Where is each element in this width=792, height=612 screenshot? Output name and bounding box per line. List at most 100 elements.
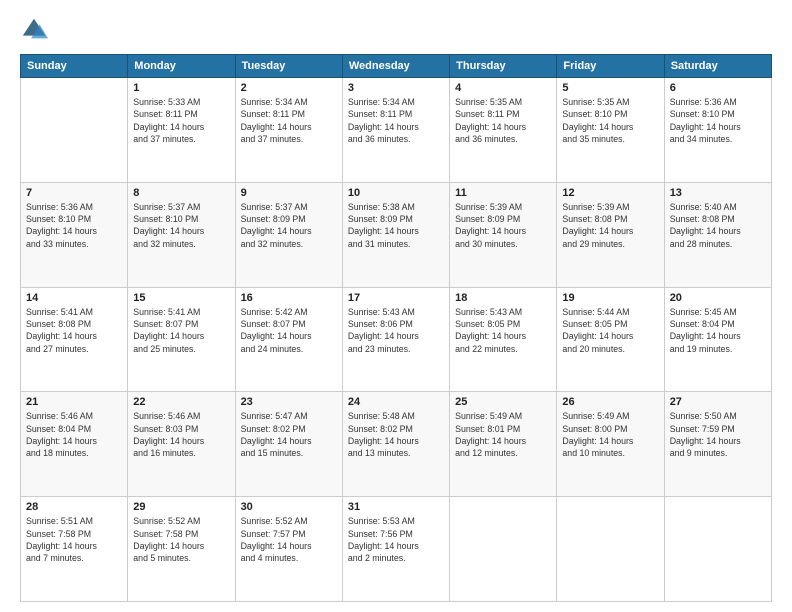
calendar-week-row: 1 Sunrise: 5:33 AM Sunset: 8:11 PM Daylig… (21, 78, 772, 183)
day-info: Sunrise: 5:53 AM Sunset: 7:56 PM Dayligh… (348, 515, 444, 564)
calendar-day-cell: 25 Sunrise: 5:49 AM Sunset: 8:01 PM Dayli… (450, 392, 557, 497)
calendar-day-cell: 5Sunrise: 5:35 AM Sunset: 8:10 PM Daylig… (557, 78, 664, 183)
day-number: 18 (455, 292, 551, 304)
calendar-day-cell: 8 Sunrise: 5:37 AM Sunset: 8:10 PM Daylig… (128, 182, 235, 287)
calendar-day-cell: 28Sunrise: 5:51 AM Sunset: 7:58 PM Dayli… (21, 497, 128, 602)
calendar-day-cell: 22 Sunrise: 5:46 AM Sunset: 8:03 PM Dayli… (128, 392, 235, 497)
calendar-day-cell: 1 Sunrise: 5:33 AM Sunset: 8:11 PM Daylig… (128, 78, 235, 183)
day-info: Sunrise: 5:52 AM Sunset: 7:58 PM Dayligh… (133, 515, 229, 564)
day-number: 21 (26, 396, 122, 408)
calendar-day-cell: 6 Sunrise: 5:36 AM Sunset: 8:10 PM Daylig… (664, 78, 771, 183)
calendar-day-cell: 12 Sunrise: 5:39 AM Sunset: 8:08 PM Dayli… (557, 182, 664, 287)
day-number: 17 (348, 292, 444, 304)
page: SundayMondayTuesdayWednesdayThursdayFrid… (0, 0, 792, 612)
day-number: 23 (241, 396, 337, 408)
calendar-week-row: 7 Sunrise: 5:36 AM Sunset: 8:10 PM Daylig… (21, 182, 772, 287)
calendar-day-cell: 16 Sunrise: 5:42 AM Sunset: 8:07 PM Dayli… (235, 287, 342, 392)
day-info: Sunrise: 5:46 AM Sunset: 8:04 PM Dayligh… (26, 410, 122, 459)
calendar-day-cell: 15Sunrise: 5:41 AM Sunset: 8:07 PM Dayli… (128, 287, 235, 392)
day-number: 7 (26, 187, 122, 199)
day-number: 12 (562, 187, 658, 199)
day-info: Sunrise: 5:52 AM Sunset: 7:57 PM Dayligh… (241, 515, 337, 564)
day-info: Sunrise: 5:46 AM Sunset: 8:03 PM Dayligh… (133, 410, 229, 459)
calendar: SundayMondayTuesdayWednesdayThursdayFrid… (20, 54, 772, 602)
day-number: 30 (241, 501, 337, 513)
day-number: 9 (241, 187, 337, 199)
calendar-day-cell: 2 Sunrise: 5:34 AM Sunset: 8:11 PM Daylig… (235, 78, 342, 183)
day-info: Sunrise: 5:38 AM Sunset: 8:09 PM Dayligh… (348, 201, 444, 250)
day-info: Sunrise: 5:49 AM Sunset: 8:00 PM Dayligh… (562, 410, 658, 459)
day-number: 28 (26, 501, 122, 513)
day-number: 25 (455, 396, 551, 408)
weekday-header-row: SundayMondayTuesdayWednesdayThursdayFrid… (21, 55, 772, 78)
day-info: Sunrise: 5:48 AM Sunset: 8:02 PM Dayligh… (348, 410, 444, 459)
calendar-day-cell: 17Sunrise: 5:43 AM Sunset: 8:06 PM Dayli… (342, 287, 449, 392)
day-info: Sunrise: 5:37 AM Sunset: 8:09 PM Dayligh… (241, 201, 337, 250)
day-info: Sunrise: 5:45 AM Sunset: 8:04 PM Dayligh… (670, 306, 766, 355)
calendar-day-cell: 14Sunrise: 5:41 AM Sunset: 8:08 PM Dayli… (21, 287, 128, 392)
day-info: Sunrise: 5:33 AM Sunset: 8:11 PM Dayligh… (133, 96, 229, 145)
calendar-day-cell: 10 Sunrise: 5:38 AM Sunset: 8:09 PM Dayli… (342, 182, 449, 287)
weekday-header-cell: Friday (557, 55, 664, 78)
day-number: 8 (133, 187, 229, 199)
day-info: Sunrise: 5:42 AM Sunset: 8:07 PM Dayligh… (241, 306, 337, 355)
weekday-header-cell: Tuesday (235, 55, 342, 78)
day-number: 2 (241, 82, 337, 94)
calendar-week-row: 21 Sunrise: 5:46 AM Sunset: 8:04 PM Dayli… (21, 392, 772, 497)
day-info: Sunrise: 5:39 AM Sunset: 8:09 PM Dayligh… (455, 201, 551, 250)
day-info: Sunrise: 5:35 AM Sunset: 8:11 PM Dayligh… (455, 96, 551, 145)
day-info: Sunrise: 5:36 AM Sunset: 8:10 PM Dayligh… (670, 96, 766, 145)
calendar-day-cell: 18 Sunrise: 5:43 AM Sunset: 8:05 PM Dayli… (450, 287, 557, 392)
calendar-day-cell: 9 Sunrise: 5:37 AM Sunset: 8:09 PM Daylig… (235, 182, 342, 287)
day-number: 13 (670, 187, 766, 199)
day-number: 27 (670, 396, 766, 408)
day-number: 16 (241, 292, 337, 304)
calendar-body: 1 Sunrise: 5:33 AM Sunset: 8:11 PM Daylig… (21, 78, 772, 602)
day-info: Sunrise: 5:50 AM Sunset: 7:59 PM Dayligh… (670, 410, 766, 459)
day-number: 5 (562, 82, 658, 94)
day-number: 29 (133, 501, 229, 513)
day-info: Sunrise: 5:36 AM Sunset: 8:10 PM Dayligh… (26, 201, 122, 250)
calendar-day-cell: 24 Sunrise: 5:48 AM Sunset: 8:02 PM Dayli… (342, 392, 449, 497)
day-number: 31 (348, 501, 444, 513)
day-number: 26 (562, 396, 658, 408)
day-info: Sunrise: 5:41 AM Sunset: 8:07 PM Dayligh… (133, 306, 229, 355)
weekday-header-cell: Thursday (450, 55, 557, 78)
day-info: Sunrise: 5:47 AM Sunset: 8:02 PM Dayligh… (241, 410, 337, 459)
header (20, 16, 772, 44)
calendar-day-cell (450, 497, 557, 602)
day-number: 1 (133, 82, 229, 94)
calendar-day-cell (664, 497, 771, 602)
day-number: 20 (670, 292, 766, 304)
day-number: 14 (26, 292, 122, 304)
calendar-week-row: 28Sunrise: 5:51 AM Sunset: 7:58 PM Dayli… (21, 497, 772, 602)
calendar-week-row: 14Sunrise: 5:41 AM Sunset: 8:08 PM Dayli… (21, 287, 772, 392)
logo-icon (20, 16, 48, 44)
calendar-day-cell: 19Sunrise: 5:44 AM Sunset: 8:05 PM Dayli… (557, 287, 664, 392)
calendar-day-cell: 20 Sunrise: 5:45 AM Sunset: 8:04 PM Dayli… (664, 287, 771, 392)
day-info: Sunrise: 5:37 AM Sunset: 8:10 PM Dayligh… (133, 201, 229, 250)
day-info: Sunrise: 5:34 AM Sunset: 8:11 PM Dayligh… (241, 96, 337, 145)
weekday-header-cell: Monday (128, 55, 235, 78)
day-number: 22 (133, 396, 229, 408)
calendar-day-cell: 4Sunrise: 5:35 AM Sunset: 8:11 PM Daylig… (450, 78, 557, 183)
calendar-day-cell (21, 78, 128, 183)
day-info: Sunrise: 5:34 AM Sunset: 8:11 PM Dayligh… (348, 96, 444, 145)
day-number: 6 (670, 82, 766, 94)
calendar-day-cell: 7 Sunrise: 5:36 AM Sunset: 8:10 PM Daylig… (21, 182, 128, 287)
calendar-day-cell: 3Sunrise: 5:34 AM Sunset: 8:11 PM Daylig… (342, 78, 449, 183)
day-number: 11 (455, 187, 551, 199)
day-info: Sunrise: 5:39 AM Sunset: 8:08 PM Dayligh… (562, 201, 658, 250)
calendar-day-cell: 23 Sunrise: 5:47 AM Sunset: 8:02 PM Dayli… (235, 392, 342, 497)
calendar-day-cell: 27 Sunrise: 5:50 AM Sunset: 7:59 PM Dayli… (664, 392, 771, 497)
day-info: Sunrise: 5:43 AM Sunset: 8:05 PM Dayligh… (455, 306, 551, 355)
day-number: 24 (348, 396, 444, 408)
calendar-day-cell: 11 Sunrise: 5:39 AM Sunset: 8:09 PM Dayli… (450, 182, 557, 287)
day-info: Sunrise: 5:49 AM Sunset: 8:01 PM Dayligh… (455, 410, 551, 459)
weekday-header-cell: Saturday (664, 55, 771, 78)
calendar-day-cell: 30 Sunrise: 5:52 AM Sunset: 7:57 PM Dayli… (235, 497, 342, 602)
weekday-header-cell: Wednesday (342, 55, 449, 78)
calendar-day-cell: 21 Sunrise: 5:46 AM Sunset: 8:04 PM Dayli… (21, 392, 128, 497)
day-number: 10 (348, 187, 444, 199)
calendar-day-cell: 13Sunrise: 5:40 AM Sunset: 8:08 PM Dayli… (664, 182, 771, 287)
